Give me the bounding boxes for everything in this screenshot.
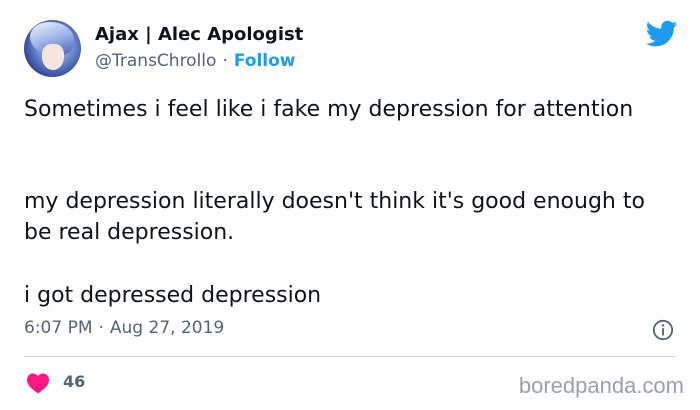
tweet-time: 6:07 PM (24, 318, 93, 338)
divider (24, 356, 676, 357)
tweet-text-line-1: Sometimes i feel like i fake my depressi… (24, 97, 634, 122)
timestamp[interactable]: 6:07 PM · Aug 27, 2019 (24, 318, 224, 338)
info-icon[interactable] (652, 319, 674, 341)
watermark-logo: boredpanda.com (518, 373, 684, 398)
like-count: 46 (63, 372, 86, 391)
avatar-face (42, 44, 64, 70)
tweet-text-line-3: i got depressed depression (24, 283, 322, 308)
follow-button[interactable]: Follow (234, 51, 296, 71)
twitter-bird-icon[interactable] (646, 20, 678, 48)
handle-row: @TransChrollo · Follow (95, 51, 296, 71)
author-handle[interactable]: @TransChrollo (95, 51, 216, 71)
heart-icon[interactable] (26, 372, 50, 394)
avatar[interactable] (24, 20, 81, 77)
author-name[interactable]: Ajax | Alec Apologist (95, 24, 303, 45)
tweet-date: Aug 27, 2019 (109, 318, 225, 338)
timestamp-separator: · (98, 318, 104, 338)
separator-dot: · (222, 51, 228, 71)
tweet-text-line-2: my depression literally doesn't think it… (24, 189, 645, 245)
